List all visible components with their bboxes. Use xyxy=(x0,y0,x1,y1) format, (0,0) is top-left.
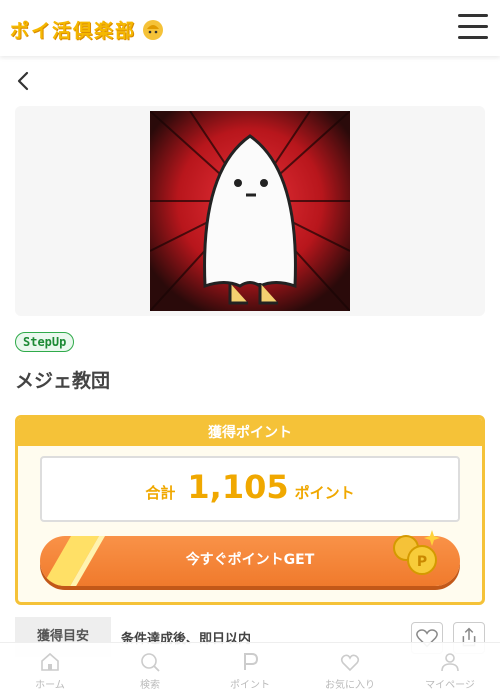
points-total-box: 合計 1,105 ポイント xyxy=(40,456,460,522)
nav-favorites-label: お気に入り xyxy=(325,680,375,691)
nav-home[interactable]: ホーム xyxy=(5,643,95,700)
total-label: 合計 xyxy=(145,484,176,502)
nav-favorites[interactable]: お気に入り xyxy=(305,643,395,700)
nav-mypage-label: マイページ xyxy=(425,680,475,691)
offer-hero xyxy=(15,106,485,316)
bottom-navigation: ホーム 検索 ポイント お気に入り マイページ xyxy=(0,642,500,700)
nav-search-label: 検索 xyxy=(140,680,160,691)
point-icon xyxy=(244,653,259,670)
home-icon xyxy=(41,652,59,671)
points-card-header: 獲得ポイント xyxy=(18,418,482,446)
nav-search[interactable]: 検索 xyxy=(105,643,195,700)
search-icon xyxy=(141,653,160,672)
logo[interactable]: ポイ活倶楽部 xyxy=(10,16,164,43)
nav-mypage[interactable]: マイページ xyxy=(405,643,495,700)
svg-text:P: P xyxy=(417,554,427,570)
total-points-value: 1,105 xyxy=(187,468,289,506)
get-points-label: 今すぐポイントGET xyxy=(185,552,315,568)
coins-icon: P xyxy=(393,530,440,575)
chevron-left-icon[interactable] xyxy=(14,68,34,94)
button-stripe-decoration xyxy=(40,536,103,586)
offer-title: メジェ教団 xyxy=(15,370,111,392)
user-icon xyxy=(441,653,459,672)
nav-points-label: ポイント xyxy=(230,680,270,691)
logo-mascot-icon xyxy=(143,19,164,40)
points-unit: ポイント xyxy=(294,484,355,502)
offer-image xyxy=(150,111,350,311)
nav-home-label: ホーム xyxy=(35,680,65,691)
app-header: ポイ活倶楽部 xyxy=(0,0,500,56)
heart-icon xyxy=(340,654,360,672)
nav-points[interactable]: ポイント xyxy=(205,643,295,700)
stepup-badge: StepUp xyxy=(15,332,75,352)
logo-text: ポイ活倶楽部 xyxy=(10,20,137,42)
hamburger-menu-icon[interactable] xyxy=(458,14,488,40)
